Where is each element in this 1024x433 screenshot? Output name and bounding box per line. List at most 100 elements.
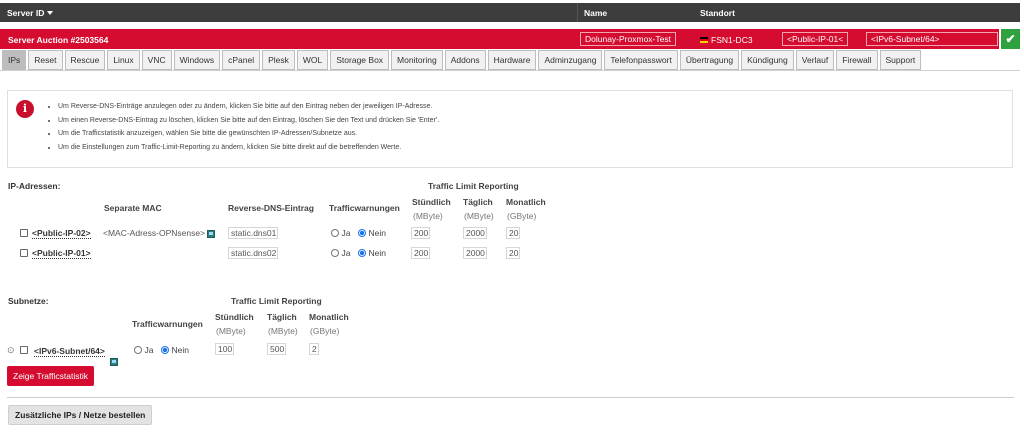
ip-link[interactable]: <Public-IP-02> xyxy=(32,228,91,239)
table-header-bar: Server ID Name Standort xyxy=(0,3,1020,22)
tab-firewall[interactable]: Firewall xyxy=(836,50,878,70)
nein-label: Nein xyxy=(368,248,386,258)
tab-adminzugang[interactable]: Adminzugang xyxy=(538,50,603,70)
info-item: Um einen Reverse-DNS-Eintrag zu löschen,… xyxy=(58,117,439,124)
hourly-header: Stündlich xyxy=(412,197,451,207)
rdns-field[interactable]: static.dns02 xyxy=(228,247,278,259)
radio-nein-icon[interactable] xyxy=(358,249,366,257)
radio-ja-icon[interactable] xyxy=(331,249,339,257)
tab-vnc[interactable]: VNC xyxy=(141,50,172,70)
tab-cpanel[interactable]: cPanel xyxy=(222,50,261,70)
standort-header: Standort xyxy=(700,8,735,18)
subnet-daily-header: Täglich xyxy=(267,312,297,322)
warning-ja[interactable]: Ja xyxy=(331,228,351,238)
check-icon: ✔ xyxy=(1001,29,1020,49)
tab-übertragung[interactable]: Übertragung xyxy=(679,50,740,70)
hourly-unit: (MByte) xyxy=(413,211,443,221)
tab-verlauf[interactable]: Verlauf xyxy=(795,50,835,70)
tab-divider xyxy=(0,70,1020,71)
warnings-header: Trafficwarnungen xyxy=(329,203,400,213)
server-title[interactable]: Server Auction #2503564 xyxy=(8,35,108,45)
subnet-hourly-field[interactable]: 100 xyxy=(215,343,234,355)
tab-monitoring[interactable]: Monitoring xyxy=(391,50,443,70)
tab-support[interactable]: Support xyxy=(879,50,922,70)
tab-telefonpasswort[interactable]: Telefonpasswort xyxy=(604,50,678,70)
rdns-field[interactable]: static.dns01 xyxy=(228,227,278,239)
warning-ja[interactable]: Ja xyxy=(331,248,351,258)
public-ip-box[interactable]: <Public-IP-01< xyxy=(782,32,849,46)
tab-kündigung[interactable]: Kündigung xyxy=(741,50,794,70)
tab-hardware[interactable]: Hardware xyxy=(487,50,537,70)
tab-ips[interactable]: IPs xyxy=(2,50,27,70)
subnet-hourly-unit: (MByte) xyxy=(216,326,246,336)
location-text: FSN1-DC3 xyxy=(711,35,753,45)
daily-field[interactable]: 2000 xyxy=(463,227,487,239)
server-row[interactable]: Server Auction #2503564 Dolunay-Proxmox-… xyxy=(0,29,999,49)
radio-nein-icon[interactable] xyxy=(358,229,366,237)
warning-nein[interactable]: Nein xyxy=(358,248,386,258)
server-name[interactable]: Dolunay-Proxmox-Test xyxy=(580,32,676,46)
show-traffic-stats-button[interactable]: Zeige Trafficstatistik xyxy=(7,366,94,386)
server-id-sort[interactable]: Server ID xyxy=(7,8,54,18)
mac-header: Separate MAC xyxy=(104,203,162,213)
caret-down-icon xyxy=(47,11,54,15)
tab-storage-box[interactable]: Storage Box xyxy=(330,50,390,70)
mac-value[interactable]: <MAC-Adress-OPNsense> xyxy=(103,228,205,238)
radio-ja-icon[interactable] xyxy=(331,229,339,237)
server-id-header: Server ID xyxy=(7,8,45,18)
daily-field[interactable]: 2000 xyxy=(463,247,487,259)
subnet-monthly-unit: (GByte) xyxy=(310,326,340,336)
ip-checkbox[interactable] xyxy=(20,249,28,257)
tab-reset[interactable]: Reset xyxy=(28,50,63,70)
section-divider xyxy=(7,397,1014,398)
header-divider xyxy=(577,3,578,22)
server-location: FSN1-DC3 xyxy=(700,35,753,45)
network-icon[interactable] xyxy=(207,230,215,238)
subnet-checkbox[interactable] xyxy=(20,346,28,354)
ip-link[interactable]: <Public-IP-01> xyxy=(32,248,91,259)
subnet-link[interactable]: <IPv6-Subnet/64> xyxy=(34,346,105,357)
info-item: Um Reverse-DNS-Einträge anzulegen oder z… xyxy=(58,103,439,110)
subnet-section-label: Subnetze: xyxy=(8,296,49,306)
traffic-limit-header: Traffic Limit Reporting xyxy=(428,181,519,191)
hourly-field[interactable]: 200 xyxy=(411,227,430,239)
info-box: i Um Reverse-DNS-Einträge anzulegen oder… xyxy=(7,90,1013,168)
subnet-daily-unit: (MByte) xyxy=(268,326,298,336)
nein-label: Nein xyxy=(171,345,189,355)
radio-ja-icon[interactable] xyxy=(134,346,142,354)
tab-plesk[interactable]: Plesk xyxy=(262,50,295,70)
ipv6-subnet-box[interactable]: <IPv6-Subnet/64> xyxy=(866,32,998,46)
info-item: Um die Einstellungen zum Traffic-Limit-R… xyxy=(58,144,439,151)
hourly-field[interactable]: 200 xyxy=(411,247,430,259)
subnet-daily-field[interactable]: 500 xyxy=(267,343,286,355)
network-icon[interactable] xyxy=(110,358,118,366)
info-list: Um Reverse-DNS-Einträge anzulegen oder z… xyxy=(58,103,439,157)
ip-checkbox[interactable] xyxy=(20,229,28,237)
monthly-field[interactable]: 20 xyxy=(506,247,520,259)
daily-header: Täglich xyxy=(463,197,493,207)
subnet-monthly-field[interactable]: 2 xyxy=(309,343,319,355)
name-header: Name xyxy=(584,8,608,18)
monthly-header: Monatlich xyxy=(506,197,546,207)
tab-rescue[interactable]: Rescue xyxy=(64,50,106,70)
subnet-traffic-limit-header: Traffic Limit Reporting xyxy=(231,296,322,306)
tab-bar: IPs Reset Rescue Linux VNC Windows cPanel Plesk… xyxy=(2,50,923,70)
order-more-ips-button[interactable]: Zusätzliche IPs / Netze bestellen xyxy=(8,405,153,425)
subnet-warning-nein[interactable]: Nein xyxy=(161,345,189,355)
tab-addons[interactable]: Addons xyxy=(444,50,486,70)
subnet-warning-ja[interactable]: Ja xyxy=(134,345,154,355)
tab-windows[interactable]: Windows xyxy=(173,50,221,70)
ip-section-label: IP-Adressen: xyxy=(8,181,61,191)
monthly-unit: (GByte) xyxy=(507,211,537,221)
info-icon: i xyxy=(16,100,34,118)
ja-label: Ja xyxy=(341,248,351,258)
target-icon[interactable]: ⊙ xyxy=(7,345,15,356)
radio-nein-icon[interactable] xyxy=(161,346,169,354)
info-item: Um die Trafficstatistik anzuzeigen, wähl… xyxy=(58,130,439,137)
warning-nein[interactable]: Nein xyxy=(358,228,386,238)
tab-linux[interactable]: Linux xyxy=(107,50,140,70)
ja-label: Ja xyxy=(341,228,351,238)
subnet-hourly-header: Stündlich xyxy=(215,312,254,322)
tab-wol[interactable]: WOL xyxy=(296,50,329,70)
monthly-field[interactable]: 20 xyxy=(506,227,520,239)
